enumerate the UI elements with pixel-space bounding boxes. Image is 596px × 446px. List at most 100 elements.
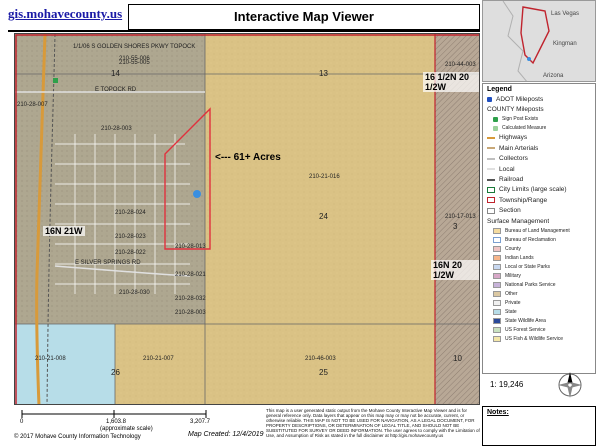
legend-swatch (493, 227, 501, 234)
legend-label: US Forest Service (505, 326, 546, 333)
blm-tint-south (115, 324, 435, 404)
road-label-topock: E TOPOCK RD (95, 87, 137, 93)
legend-item: Indian Lands (483, 253, 595, 262)
legend-label: Local or State Parks (505, 263, 551, 270)
legend-swatch (493, 335, 501, 342)
legend-label: Collectors (499, 155, 528, 163)
parcel-label: 210-28-023 (115, 234, 146, 240)
legend-label: Highways (499, 134, 528, 142)
adot-milepost (193, 190, 201, 198)
road-label-silver-springs: E SILVER SPRINGS RD (75, 260, 141, 266)
copyright: © 2017 Mohave County Information Technol… (14, 434, 141, 440)
section-number: 13 (319, 69, 328, 78)
scale-note: (approximate scale) (100, 426, 153, 432)
section-number: 3 (453, 222, 458, 231)
legend-item: County (483, 244, 595, 253)
parcel-label: 210-28-003 (175, 310, 206, 316)
legend-label: ADOT Mileposts (496, 95, 544, 103)
legend-label: Section (499, 207, 521, 215)
legend-label: Sign Post Exists (502, 116, 539, 123)
legend-item: Section (483, 206, 595, 216)
legend-label: City Limits (large scale) (499, 186, 567, 194)
inset-canvas (483, 1, 595, 81)
legend-swatch (493, 290, 501, 297)
legend-item: COUNTY Mileposts (483, 104, 595, 114)
road-label-golden-shores: 1/1/06 S GOLDEN SHORES PKWY TOPOCK (73, 44, 196, 50)
legend-swatch (487, 168, 495, 171)
legend-label: Township/Range (499, 196, 548, 204)
legend-label: Calculated Measure (502, 125, 547, 132)
legend-label: State (505, 308, 517, 315)
legend-swatch (493, 308, 501, 315)
parcel-label: 210-44-003 (445, 62, 476, 68)
parcel-label: 210-55-006 (119, 56, 150, 62)
page-title: Interactive Map Viewer (128, 4, 480, 30)
parcel-label: 210-21-016 (309, 174, 340, 180)
map-page: gis.mohavecounty.us Interactive Map View… (0, 0, 596, 446)
township-label: 16N 20 1/2W (431, 260, 479, 280)
notes-box[interactable]: Notes: (482, 406, 596, 446)
legend-swatch (487, 157, 495, 160)
parcel-label: 210-21-008 (35, 356, 66, 362)
sign-post-marker (53, 78, 58, 83)
legend-swatch (487, 207, 495, 214)
map-legend: Legend ADOT Mileposts COUNTY Mileposts Sig… (482, 83, 596, 374)
legend-swatch (493, 299, 501, 306)
legend-item: US Fish & Wildlife Service (483, 334, 595, 343)
parcel-label: 210-46-003 (305, 356, 336, 362)
legend-item: Township/Range (483, 195, 595, 205)
legend-item: Other (483, 289, 595, 298)
legend-swatch (487, 197, 495, 204)
parcel-label: 210-28-021 (175, 272, 206, 278)
section-number: 14 (111, 69, 120, 78)
location-marker (527, 57, 531, 61)
parcel-label: 210-28-022 (115, 250, 146, 256)
legend-label: Surface Management (487, 217, 550, 225)
map-created-date: Map Created: 12/4/2019 (188, 431, 264, 438)
map-canvas (15, 34, 479, 404)
legend-label: National Parks Service (505, 281, 556, 288)
parcel-label: 210-21-007 (143, 356, 174, 362)
legend-swatch (493, 254, 501, 261)
legend-item: National Parks Service (483, 280, 595, 289)
acreage-callout: <--- 61+ Acres (215, 152, 281, 163)
legend-item: Railroad (483, 174, 595, 184)
legend-label: US Fish & Wildlife Service (505, 335, 564, 342)
legend-label: Main Arterials (499, 144, 539, 152)
legend-swatch (493, 317, 501, 324)
state-land (15, 324, 115, 404)
legend-item: State Wildlife Area (483, 316, 595, 325)
legend-label: Other (505, 290, 518, 297)
legend-swatch (487, 136, 495, 139)
legend-item: City Limits (large scale) (483, 185, 595, 195)
parcel-label: 210-28-024 (115, 210, 146, 216)
site-link[interactable]: gis.mohavecounty.us (8, 6, 128, 28)
legend-label: Local (499, 165, 515, 173)
legend-item: US Forest Service (483, 325, 595, 334)
legend-label: Bureau of Reclamation (505, 236, 556, 243)
parcel-label: 210-28-007 (17, 102, 48, 108)
legend-item: State (483, 307, 595, 316)
legend-item: Private (483, 298, 595, 307)
legend-swatch (487, 147, 495, 150)
legend-item: Bureau of Land Management (483, 226, 595, 235)
township-label: 16N 21W (43, 226, 85, 236)
legend-label: Private (505, 299, 521, 306)
parcel-label: 210-28-030 (119, 290, 150, 296)
legend-item: ADOT Mileposts (483, 94, 595, 104)
legend-label: Railroad (499, 176, 524, 184)
legend-label: COUNTY Mileposts (487, 106, 544, 114)
overview-inset-map[interactable]: Las Vegas Kingman Arizona (482, 0, 596, 82)
legend-swatch (493, 281, 501, 288)
disclaimer: This map is a user generated static outp… (266, 408, 480, 438)
legend-swatch (493, 116, 498, 122)
legend-item: Surface Management (483, 216, 595, 226)
main-map[interactable]: 1/1/06 S GOLDEN SHORES PKWY TOPOCK E TOP… (14, 33, 480, 405)
legend-swatch (487, 178, 495, 181)
scale-tick: 3,207.7 (190, 419, 211, 425)
north-arrow-icon (558, 372, 582, 398)
legend-label: Indian Lands (505, 254, 534, 261)
legend-label: Bureau of Land Management (505, 227, 570, 234)
header-divider (8, 30, 480, 32)
legend-label: Military (505, 272, 521, 279)
